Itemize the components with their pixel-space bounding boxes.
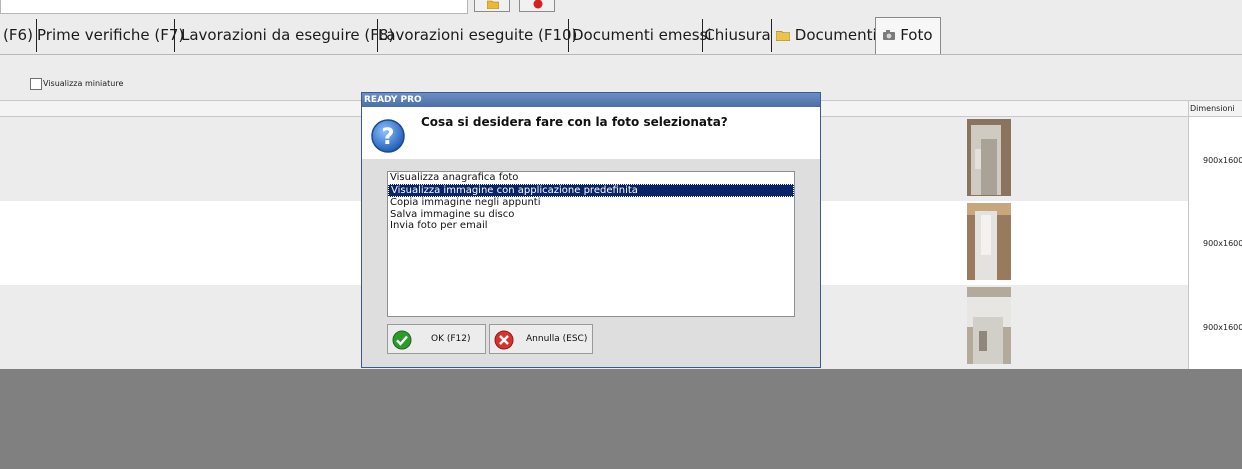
svg-text:?: ? [382, 125, 395, 150]
empty-area [0, 369, 1242, 469]
list-item[interactable]: Copia immagine negli appunti [388, 197, 794, 209]
tab-documenti-emessi[interactable]: Documenti emessi [572, 19, 712, 52]
photo-thumbnail[interactable] [967, 119, 1011, 196]
row-dimension: 900x1600 [1203, 323, 1242, 332]
tab-prime-verifiche[interactable]: Prime verifiche (F7) [37, 19, 184, 52]
tab-foto[interactable]: Foto [875, 17, 941, 54]
column-header-dimensions[interactable]: Dimensioni [1190, 104, 1235, 113]
list-item[interactable]: Invia foto per email [388, 220, 794, 232]
tab-f6[interactable]: (F6) [0, 19, 37, 52]
cancel-button[interactable]: Annulla (ESC) [489, 324, 593, 354]
tab-documenti[interactable]: Documenti [775, 19, 877, 52]
tab-chiusura[interactable]: Chiusura [704, 19, 772, 52]
delete-button[interactable] [519, 0, 555, 12]
top-strip [0, 0, 1242, 16]
column-separator [1188, 101, 1189, 369]
photo-thumbnail[interactable] [967, 203, 1011, 280]
open-folder-button[interactable] [474, 0, 510, 12]
tab-lavorazioni-eseguite[interactable]: Lavorazioni eseguite (F10) [378, 19, 577, 52]
tab-label: Prime verifiche (F7) [37, 26, 185, 44]
tab-lavorazioni-da-eseguire[interactable]: Lavorazioni da eseguire (F8) [181, 19, 394, 52]
camera-icon [883, 30, 896, 40]
tab-bar: (F6) Prime verifiche (F7) Lavorazioni da… [0, 16, 1242, 55]
thumbnail-checkbox-label: Visualizza miniature [43, 79, 124, 88]
tab-label: Foto [900, 26, 933, 44]
photo-thumbnail[interactable] [967, 287, 1011, 364]
check-icon [392, 330, 412, 350]
folder-icon [775, 31, 791, 42]
row-dimension: 900x1600 [1203, 239, 1242, 248]
dialog-title: READY PRO [362, 93, 820, 107]
tab-label: Lavorazioni da eseguire (F8) [181, 26, 395, 44]
question-icon: ? [371, 119, 405, 153]
ok-button-label: OK (F12) [431, 334, 471, 344]
ok-button[interactable]: OK (F12) [387, 324, 486, 354]
row-dimension: 900x1600 [1203, 156, 1242, 165]
list-item-selected[interactable]: Visualizza immagine con applicazione pre… [388, 183, 794, 197]
action-dialog: READY PRO ? Cosa si desidera fare con la… [361, 92, 821, 368]
dialog-message: Cosa si desidera fare con la foto selezi… [421, 115, 728, 129]
tab-label: (F6) [3, 26, 33, 44]
tab-label: Chiusura [704, 26, 771, 44]
list-item[interactable]: Visualizza anagrafica foto [388, 172, 794, 184]
tab-label: Lavorazioni eseguite (F10) [378, 26, 578, 44]
delete-icon [533, 0, 543, 9]
cancel-button-label: Annulla (ESC) [526, 334, 588, 344]
tab-label: Documenti emessi [572, 26, 712, 44]
action-options-list[interactable]: Visualizza anagrafica foto Visualizza im… [387, 171, 795, 317]
thumbnail-checkbox[interactable] [30, 78, 42, 90]
tab-label: Documenti [794, 26, 877, 44]
folder-icon [487, 0, 499, 9]
list-item[interactable]: Salva immagine su disco [388, 209, 794, 221]
cancel-icon [494, 330, 514, 350]
top-input-field[interactable] [0, 0, 468, 14]
